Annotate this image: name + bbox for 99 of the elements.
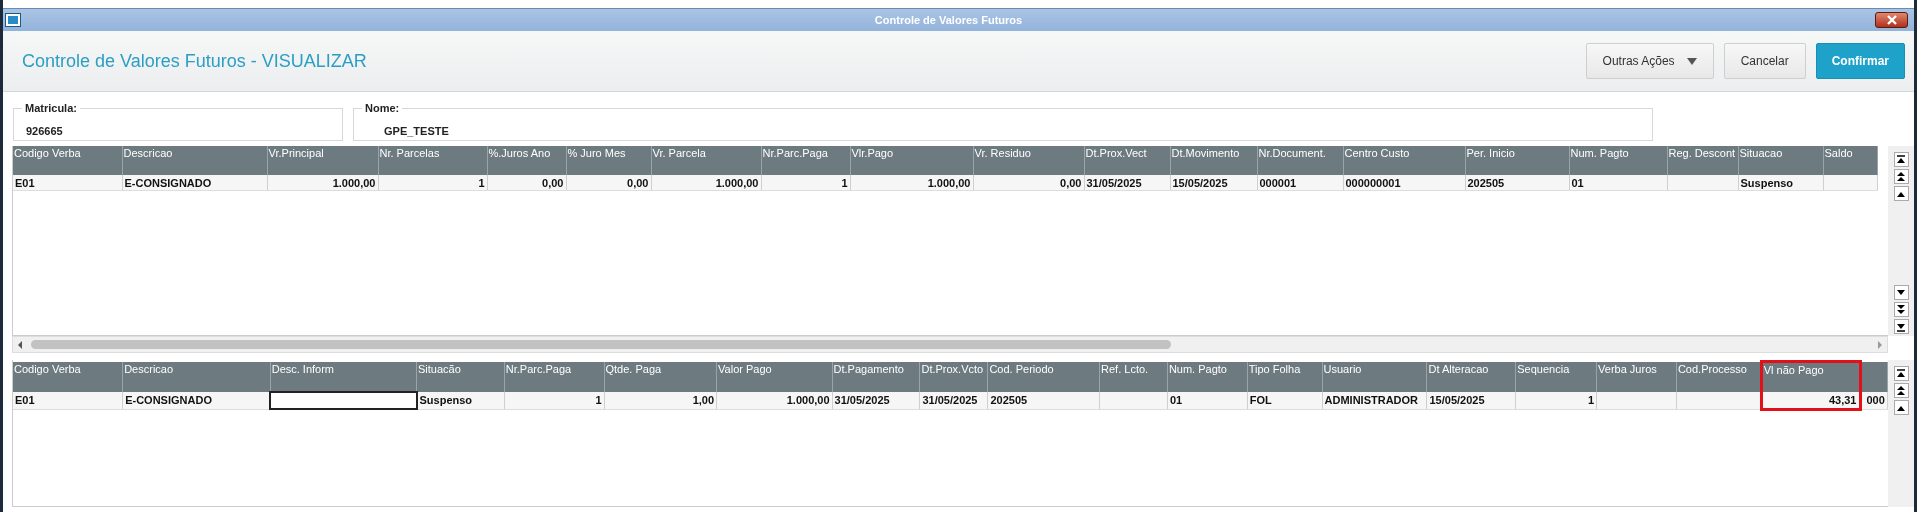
column-header[interactable]: Situacao: [1738, 146, 1823, 175]
table-cell: E01: [13, 392, 123, 409]
field-label: Nome:: [362, 102, 403, 114]
column-header[interactable]: Vr. Residuo: [973, 146, 1084, 175]
column-header[interactable]: Codigo Verba: [13, 361, 123, 392]
column-header[interactable]: % Juro Mes: [566, 146, 651, 175]
table-cell: 000000001: [1343, 175, 1465, 191]
page-up-icon[interactable]: [1893, 383, 1909, 398]
column-header[interactable]: Nr.Parc.Paga: [761, 146, 850, 175]
page-title: Controle de Valores Futuros - VISUALIZAR: [22, 50, 367, 72]
table-cell: E01: [13, 175, 122, 191]
column-header[interactable]: Verba Juros: [1596, 361, 1677, 392]
column-header[interactable]: Num. Pagto: [1569, 146, 1667, 175]
scrollbar-thumb[interactable]: [31, 340, 1171, 349]
column-header[interactable]: Dt.Prox.Vect: [1084, 146, 1170, 175]
actions-menu-button[interactable]: Outras Ações: [1585, 43, 1714, 79]
table-cell: 0,00: [566, 175, 651, 191]
caret-icon: [1686, 57, 1697, 65]
table-cell: 43,31: [1761, 392, 1861, 409]
table-cell: 0,00: [487, 175, 566, 191]
column-header[interactable]: Qtde. Paga: [604, 361, 717, 392]
column-header[interactable]: Vr.Principal: [267, 146, 378, 175]
column-header[interactable]: Valor Pago: [716, 361, 833, 392]
close-icon: [1885, 15, 1898, 25]
table-cell: 1.000,00: [716, 392, 833, 409]
column-header[interactable]: Codigo Verba: [13, 146, 122, 175]
table-cell: 1: [1515, 392, 1597, 409]
table-cell: 202505: [1465, 175, 1569, 191]
column-header[interactable]: Situacão: [416, 361, 505, 392]
page-up-icon[interactable]: [1893, 169, 1909, 184]
table-cell: FOL: [1247, 392, 1323, 409]
input-field[interactable]: [270, 392, 417, 409]
table-cell: 15/05/2025: [1170, 175, 1257, 191]
column-header[interactable]: Ref. Lcto.: [1099, 361, 1168, 392]
column-header[interactable]: Saldo: [1823, 146, 1877, 175]
table-cell: Suspenso: [1738, 175, 1823, 191]
table-cell: E-CONSIGNADO: [122, 175, 267, 191]
table-cell: 000001: [1257, 175, 1343, 191]
up-icon[interactable]: [1893, 400, 1909, 415]
column-header[interactable]: Num. Pagto: [1167, 361, 1248, 392]
field-label: Matricula:: [22, 102, 80, 114]
field-value: 926665: [26, 125, 63, 137]
table-cell: 202505: [987, 392, 1100, 409]
table-cell: 1.000,00: [267, 175, 378, 191]
column-header[interactable]: Descricao: [122, 146, 267, 175]
table-cell: ADMINISTRADOR: [1322, 392, 1427, 409]
table-cell: 1: [504, 392, 604, 409]
column-header[interactable]: Dt.Prox.Vcto: [919, 361, 988, 392]
column-header[interactable]: Per. Inicio: [1465, 146, 1569, 175]
column-header[interactable]: Cod.Processo: [1676, 361, 1762, 392]
column-header[interactable]: Dt.Pagamento: [832, 361, 920, 392]
first-page-icon[interactable]: [1893, 366, 1909, 381]
table-cell: 0,00: [973, 175, 1084, 191]
window-icon: [5, 13, 21, 27]
table-cell: 000: [1861, 392, 1888, 409]
table-cell: 31/05/2025: [832, 392, 920, 409]
table-cell: 15/05/2025: [1427, 392, 1516, 409]
field-value: GPE_TESTE: [383, 125, 449, 137]
column-header[interactable]: Descricao: [122, 361, 271, 392]
column-header[interactable]: Dt.Movimento: [1170, 146, 1257, 175]
last-page-icon[interactable]: [1893, 319, 1909, 334]
table-cell: [1667, 175, 1738, 191]
table-cell: 01: [1569, 175, 1667, 191]
column-header[interactable]: Sequencia: [1515, 361, 1597, 392]
column-header[interactable]: Nr.Document.: [1257, 146, 1343, 175]
column-header[interactable]: Centro Custo: [1343, 146, 1465, 175]
table-cell: 1.000,00: [651, 175, 761, 191]
table-cell: 31/05/2025: [919, 392, 988, 409]
horizontal-scrollbar[interactable]: [12, 336, 1888, 353]
table-cell: E-CONSIGNADO: [122, 392, 271, 409]
column-header[interactable]: Nr.Parc.Paga: [504, 361, 604, 392]
column-header[interactable]: Reg. Descont: [1667, 146, 1738, 175]
table-cell: [1823, 175, 1877, 191]
column-header[interactable]: Desc. Inform: [270, 361, 417, 392]
table-cell: 31/05/2025: [1084, 175, 1170, 191]
table-cell: Suspenso: [416, 392, 505, 409]
table-cell: 1.000,00: [850, 175, 973, 191]
page-down-icon[interactable]: [1893, 302, 1909, 317]
cancel-button[interactable]: Cancelar: [1723, 43, 1806, 79]
column-header[interactable]: Dt Alteracao: [1427, 361, 1516, 392]
table-cell: 1: [378, 175, 487, 191]
table-cell: 1,00: [604, 392, 717, 409]
first-page-icon[interactable]: [1893, 152, 1909, 167]
column-header[interactable]: Vlr.Pago: [850, 146, 973, 175]
up-icon[interactable]: [1893, 186, 1909, 201]
table-cell: 01: [1167, 392, 1248, 409]
column-header[interactable]: Vr. Parcela: [651, 146, 761, 175]
column-header[interactable]: %.Juros Ano: [487, 146, 566, 175]
confirm-button[interactable]: Confirmar: [1815, 43, 1905, 79]
close-button[interactable]: [1875, 12, 1908, 28]
window-title: Controle de Valores Futuros: [873, 14, 1024, 26]
down-icon[interactable]: [1893, 285, 1909, 300]
column-header[interactable]: Cod. Periodo: [987, 361, 1100, 392]
column-header[interactable]: Nr. Parcelas: [378, 146, 487, 175]
table-cell: 1: [761, 175, 850, 191]
column-header[interactable]: Tipo Folha: [1247, 361, 1323, 392]
column-header[interactable]: Vl não Pago: [1761, 361, 1861, 392]
column-header[interactable]: Usuario: [1322, 361, 1427, 392]
table-cell: [1099, 392, 1168, 409]
